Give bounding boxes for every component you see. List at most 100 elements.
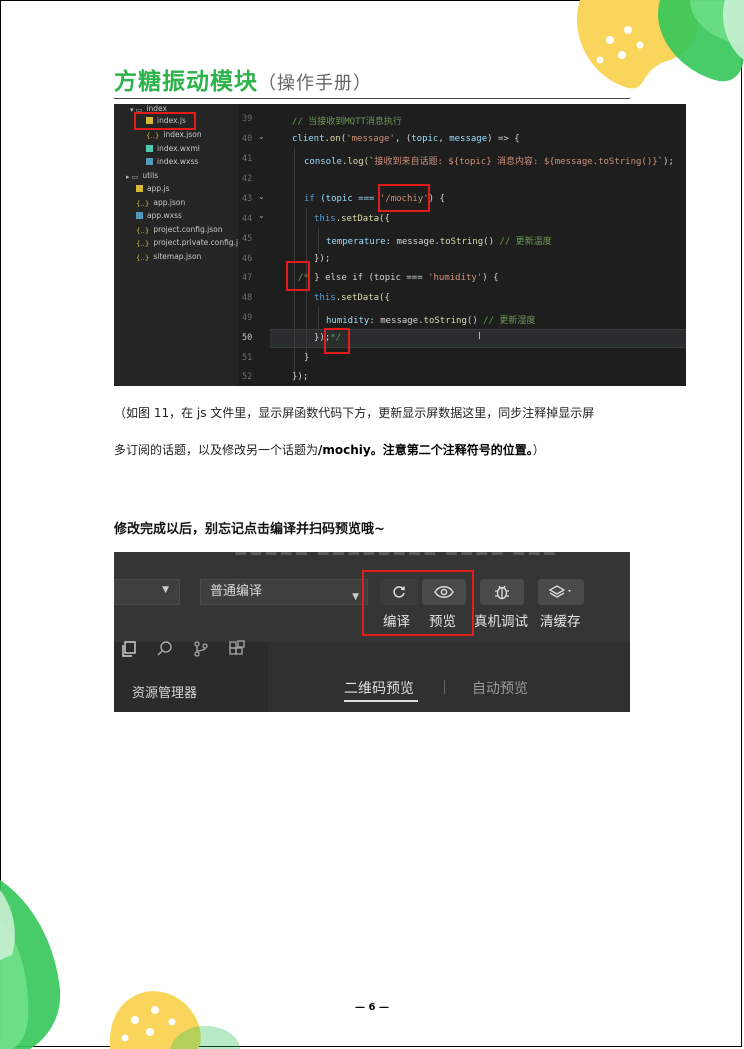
line-number: 46 xyxy=(242,254,253,264)
fold-chevron-icon: ⌄ xyxy=(258,211,265,220)
page-number: — 6 — xyxy=(355,1002,389,1013)
tree-item-label: index.wxml xyxy=(157,144,200,153)
json-file-icon: {..} xyxy=(136,254,150,262)
bug-icon xyxy=(495,585,509,600)
instruction-paragraph-line2: 多订阅的话题，以及修改另一个话题为/mochiy。注意第二个注释符号的位置。） xyxy=(114,441,545,458)
code-token: ) { xyxy=(428,194,445,204)
tree-item-label: utils xyxy=(142,171,159,180)
tree-item-project-config: {..} project.config.json xyxy=(136,225,223,235)
code-token: 'humidity' xyxy=(428,273,483,283)
code-token: 接收到来自话题: ${topic} 消息内容: ${message.toStri… xyxy=(374,157,658,167)
line-number: 50 xyxy=(242,333,253,343)
code-token: , ( xyxy=(394,134,412,144)
code-token: : message. xyxy=(385,237,440,247)
tree-item-utils-folder: ▸ ▭ utils xyxy=(126,171,159,181)
code-token: .setData({ xyxy=(335,214,390,224)
code-token: ) { xyxy=(482,273,499,283)
code-token: .setData({ xyxy=(335,293,390,303)
wxss-file-icon xyxy=(146,158,153,165)
code-comment: // 更新温度 xyxy=(499,237,552,247)
page-title: 方糖振动模块（操作手册） xyxy=(114,62,372,96)
code-token: (topic === xyxy=(314,194,380,204)
json-file-icon: {..} xyxy=(136,227,150,235)
line-number: 51 xyxy=(242,353,253,363)
line-number: 47 xyxy=(242,273,253,283)
code-token: client xyxy=(292,134,325,144)
devtools-toolbar-screenshot: ▬▬▬▬▬ ▬▬▬▬▬▬▬▬ ▬▬▬▬ ▬▬▬ ▼ 普通编译 ▼ 编译 预览 真机… xyxy=(114,552,630,712)
tab-qr-preview[interactable]: 二维码预览 xyxy=(344,678,414,698)
tree-item-label: project.config.json xyxy=(153,225,223,234)
tree-item-index-json: {..} index.json xyxy=(146,130,202,140)
code-token: , xyxy=(438,134,450,144)
wxss-file-icon xyxy=(136,212,143,219)
chevron-down-icon: ▼ xyxy=(162,585,169,595)
remote-debug-label: 真机调试 xyxy=(474,614,528,630)
code-comment: // 更新湿度 xyxy=(483,316,536,326)
fold-chevron-icon: ⌄ xyxy=(258,192,265,201)
project-select[interactable]: ▼ xyxy=(114,579,180,605)
search-icon[interactable] xyxy=(156,640,174,662)
instruction-paragraph-line1: （如图 11，在 js 文件里，显示屏函数代码下方，更新显示屏数据这里，同步注释… xyxy=(114,406,595,420)
remote-debug-button[interactable] xyxy=(480,579,524,605)
clear-cache-button[interactable] xyxy=(538,579,584,605)
code-token: toString xyxy=(439,237,484,247)
tree-item-label: sitemap.json xyxy=(153,252,202,261)
instruction-text: 多订阅的话题，以及修改另一个话题为 xyxy=(114,443,319,457)
compile-mode-select[interactable]: 普通编译 ▼ xyxy=(200,579,368,605)
code-token: ) => { xyxy=(487,134,520,144)
decorative-blob-bottom-left xyxy=(0,880,240,1049)
js-file-icon xyxy=(136,185,143,192)
code-token: humidity xyxy=(326,316,370,326)
text-cursor-icon: Ι xyxy=(478,331,481,342)
highlight-box-comment-start xyxy=(286,261,310,291)
json-file-icon: {..} xyxy=(136,200,150,208)
source-control-icon[interactable] xyxy=(192,640,210,662)
line-number: 49 xyxy=(242,313,253,323)
tab-divider xyxy=(444,680,445,694)
code-token: } else if (topic === xyxy=(308,273,429,283)
highlight-box-index-js xyxy=(134,112,196,130)
tree-item-app-wxss: app.wxss xyxy=(136,211,182,220)
wxml-file-icon xyxy=(146,145,153,152)
code-token: }); xyxy=(292,372,309,382)
highlight-box-compile-preview xyxy=(362,570,474,636)
code-token: toString xyxy=(423,316,467,326)
highlight-box-comment-end xyxy=(324,328,350,354)
extensions-icon[interactable] xyxy=(228,640,246,662)
tab-auto-preview[interactable]: 自动预览 xyxy=(472,678,528,698)
tree-item-label: project.private.config.js... xyxy=(153,238,250,247)
code-editor-screenshot: ▾ ▭ index index.js {..} index.json index.w… xyxy=(114,104,686,386)
tree-item-index-wxss: index.wxss xyxy=(146,157,198,166)
instruction-text-end: ） xyxy=(532,443,545,457)
code-token: 'message' xyxy=(346,134,395,144)
tree-item-app-json: {..} app.json xyxy=(136,198,185,208)
explorer-label: 资源管理器 xyxy=(132,686,198,701)
code-line-51: } xyxy=(304,353,309,363)
code-line-48: this.setData({ xyxy=(314,293,390,303)
indent-guide xyxy=(318,228,319,254)
code-token: () xyxy=(483,237,500,247)
tree-item-app-js: app.js xyxy=(136,184,170,193)
line-number: 40 xyxy=(242,134,253,144)
highlight-box-topic xyxy=(378,184,430,212)
code-token: .log(` xyxy=(341,157,375,167)
compile-heading: 修改完成以后，别忘记点击编译并扫码预览哦~ xyxy=(114,522,385,537)
code-token: if xyxy=(304,194,315,204)
copy-icon[interactable] xyxy=(120,640,138,662)
code-line-46: }); xyxy=(314,254,330,264)
code-token: } xyxy=(304,353,310,363)
code-line-41: console.log(`接收到来自话题: ${topic} 消息内容: ${m… xyxy=(304,154,674,167)
code-token: message xyxy=(449,134,488,144)
tree-item-sitemap: {..} sitemap.json xyxy=(136,252,202,262)
title-underline xyxy=(114,98,630,99)
line-number: 45 xyxy=(242,234,253,244)
tree-item-label: app.js xyxy=(147,184,170,193)
line-number: 42 xyxy=(242,174,253,184)
line-number: 44 xyxy=(242,214,253,224)
tree-item-project-private-config: {..} project.private.config.js... xyxy=(136,238,250,248)
line-number: 48 xyxy=(242,293,253,303)
line-number: 39 xyxy=(242,114,253,124)
compile-mode-value: 普通编译 xyxy=(210,584,263,599)
fold-chevron-icon: ⌄ xyxy=(258,132,265,141)
line-number-gutter xyxy=(238,104,270,386)
